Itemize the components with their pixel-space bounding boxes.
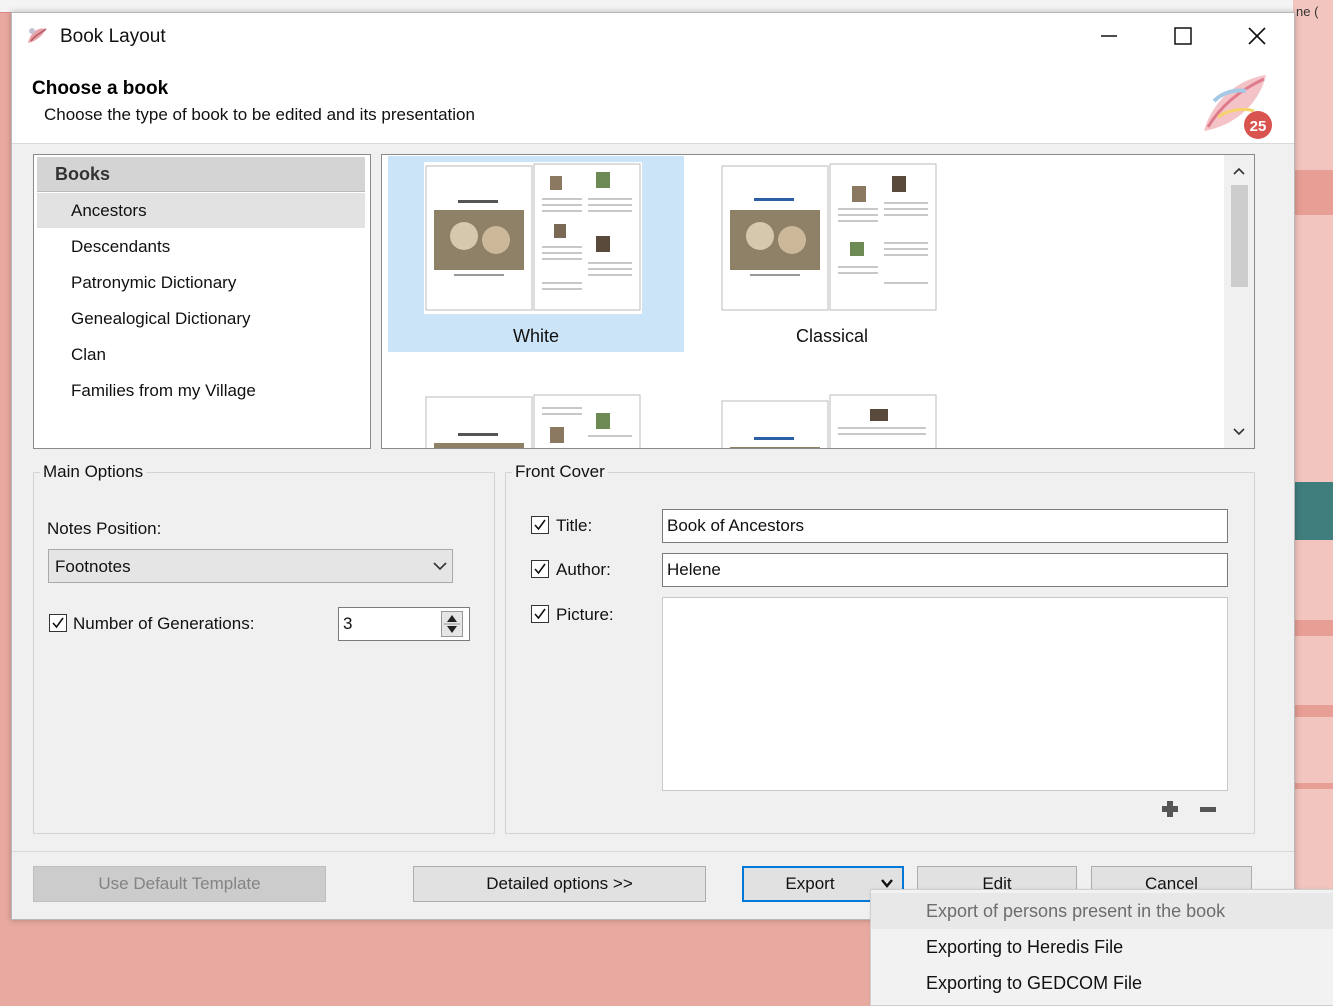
book-item-patronymic-dictionary[interactable]: Patronymic Dictionary (37, 265, 365, 300)
detailed-options-button[interactable]: Detailed options >> (413, 866, 706, 902)
template-classical[interactable]: Classical (684, 156, 980, 352)
title-bar: Book Layout (12, 13, 1294, 59)
title-label: Title: (556, 516, 593, 535)
header-subtitle: Choose the type of book to be edited and… (44, 105, 475, 124)
scroll-up-button[interactable] (1224, 157, 1254, 185)
template-thumbnail-4[interactable] (684, 381, 980, 448)
menu-item-export-heredis[interactable]: Exporting to Heredis File (871, 929, 1333, 965)
book-item-genealogical-dictionary[interactable]: Genealogical Dictionary (37, 301, 365, 336)
app-icon (25, 25, 49, 47)
add-picture-button[interactable] (1160, 799, 1180, 819)
checkmark-icon (534, 608, 546, 620)
template-white-thumbnail (424, 162, 642, 314)
chevron-down-icon (881, 879, 893, 888)
use-default-template-button[interactable]: Use Default Template (33, 866, 326, 902)
minimize-button[interactable] (1072, 13, 1146, 59)
close-button[interactable] (1220, 13, 1294, 59)
background-strip (1293, 482, 1333, 540)
book-item-ancestors[interactable]: Ancestors (37, 193, 365, 228)
checkmark-icon (534, 519, 546, 531)
template-thumbnail-image (721, 394, 937, 448)
chevron-up-icon (1233, 167, 1245, 175)
book-item-clan[interactable]: Clan (37, 337, 365, 372)
spinner-arrows-icon (444, 615, 460, 633)
template-thumbnail-3[interactable] (388, 381, 684, 448)
notes-position-value: Footnotes (55, 557, 131, 576)
export-menu: Export of persons present in the book Ex… (870, 889, 1333, 1006)
spinner-buttons[interactable] (441, 611, 463, 637)
scroll-down-button[interactable] (1224, 418, 1254, 446)
footer-separator (12, 851, 1294, 852)
picture-box[interactable] (662, 597, 1228, 791)
front-cover-label: Front Cover (512, 462, 608, 482)
template-label: Classical (795, 326, 869, 346)
books-header: Books (37, 157, 365, 192)
books-list: Books Ancestors Descendants Patronymic D… (33, 154, 371, 449)
background-strip (1293, 170, 1333, 215)
background-strip (1293, 783, 1333, 789)
book-layout-dialog: Book Layout Choose a book Choose the typ… (11, 12, 1295, 920)
logo-badge: 25 (1250, 118, 1267, 135)
author-checkbox[interactable] (531, 560, 549, 578)
background-strip (1293, 620, 1333, 636)
window-title: Book Layout (60, 26, 166, 47)
template-classical-thumbnail (721, 163, 937, 311)
background-peek-text: ne ( (1296, 4, 1319, 19)
author-label: Author: (556, 560, 611, 579)
title-checkbox[interactable] (531, 516, 549, 534)
template-label: White (512, 326, 559, 346)
generations-label: Number of Generations: (73, 614, 255, 633)
dialog-header: Choose a book Choose the type of book to… (12, 59, 1294, 144)
generations-spinner[interactable]: 3 (338, 607, 470, 641)
book-item-descendants[interactable]: Descendants (37, 229, 365, 264)
book-item-families-from-my-village[interactable]: Families from my Village (37, 373, 365, 408)
title-input[interactable]: Book of Ancestors (662, 509, 1228, 543)
notes-position-label: Notes Position: (47, 519, 162, 538)
background-strip (1293, 705, 1333, 717)
menu-item-export-gedcom[interactable]: Exporting to GEDCOM File (871, 965, 1333, 1001)
notes-position-dropdown[interactable]: Footnotes (48, 549, 453, 583)
export-button-label: Export (785, 874, 835, 893)
main-options-label: Main Options (40, 462, 147, 482)
picture-checkbox[interactable] (531, 605, 549, 623)
template-white[interactable]: White (388, 156, 684, 352)
remove-picture-button[interactable] (1198, 799, 1218, 819)
maximize-icon (1174, 27, 1192, 45)
header-title: Choose a book (32, 78, 169, 99)
template-thumbnail-image (425, 394, 641, 448)
close-icon (1248, 27, 1266, 45)
generations-value: 3 (343, 614, 353, 633)
template-scrollbar[interactable] (1224, 155, 1254, 448)
menu-item-export-persons: Export of persons present in the book (871, 893, 1333, 929)
checkmark-icon (52, 617, 64, 629)
scroll-thumb[interactable] (1231, 185, 1248, 287)
heredis-logo: 25 (1198, 71, 1278, 141)
checkmark-icon (534, 563, 546, 575)
minus-icon (1200, 807, 1216, 812)
template-gallery: White Classical (381, 154, 1255, 449)
minimize-icon (1101, 35, 1117, 37)
chevron-down-icon (433, 562, 447, 571)
plus-icon (1162, 801, 1178, 817)
maximize-button[interactable] (1146, 13, 1220, 59)
picture-label: Picture: (556, 605, 614, 624)
author-input[interactable]: Helene (662, 553, 1228, 587)
chevron-down-icon (1233, 428, 1245, 436)
generations-checkbox[interactable] (49, 614, 67, 632)
